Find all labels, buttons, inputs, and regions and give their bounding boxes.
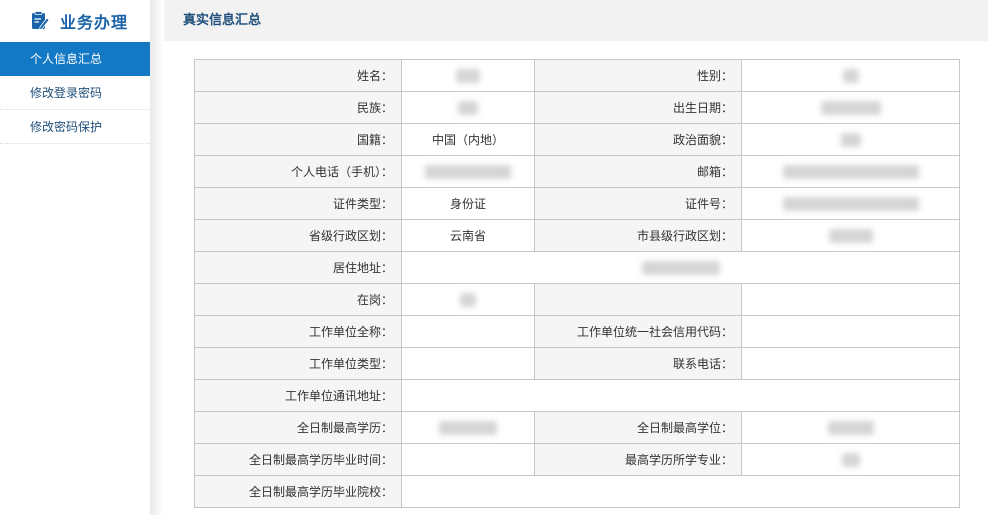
graduation-time-label: 全日制最高学历毕业时间： <box>194 443 402 476</box>
id-type-value: 身份证 <box>401 187 535 220</box>
nationality-value: 中国（内地） <box>401 123 535 156</box>
birthdate-value <box>741 91 960 124</box>
political-status-label: 政治面貌： <box>534 123 742 156</box>
table-row: 居住地址： <box>194 251 960 284</box>
table-row: 全日制最高学历毕业时间： 最高学历所学专业： <box>194 443 960 476</box>
employer-type-label: 工作单位类型： <box>194 347 402 380</box>
ethnicity-value <box>401 91 535 124</box>
table-row: 工作单位类型： 联系电话： <box>194 347 960 380</box>
id-number-value <box>741 187 960 220</box>
employed-value <box>401 283 535 316</box>
table-row: 全日制最高学历毕业院校： <box>194 475 960 508</box>
email-label: 邮箱： <box>534 155 742 188</box>
employer-address-value <box>401 379 960 412</box>
table-row: 姓名： 性别： <box>194 59 960 92</box>
table-row: 工作单位全称： 工作单位统一社会信用代码： <box>194 315 960 348</box>
address-label: 居住地址： <box>194 251 402 284</box>
clipboard-edit-icon <box>30 11 50 31</box>
sidebar-item-password-protection[interactable]: 修改密码保护 <box>0 110 150 144</box>
table-row: 省级行政区划： 云南省 市县级行政区划： <box>194 219 960 252</box>
name-value <box>401 59 535 92</box>
table-row: 全日制最高学历： 全日制最高学位： <box>194 411 960 444</box>
city-label: 市县级行政区划： <box>534 219 742 252</box>
sidebar: 业务办理 个人信息汇总 修改登录密码 修改密码保护 <box>0 0 150 515</box>
email-value <box>741 155 960 188</box>
phone-label: 个人电话（手机）： <box>194 155 402 188</box>
id-type-label: 证件类型： <box>194 187 402 220</box>
phone-value <box>401 155 535 188</box>
credit-code-label: 工作单位统一社会信用代码： <box>534 315 742 348</box>
table-row: 国籍： 中国（内地） 政治面貌： <box>194 123 960 156</box>
name-label: 姓名： <box>194 59 402 92</box>
highest-degree-value <box>741 411 960 444</box>
content-header: 真实信息汇总 <box>164 0 988 41</box>
ethnicity-label: 民族： <box>194 91 402 124</box>
graduation-time-value <box>401 443 535 476</box>
contact-phone-label: 联系电话： <box>534 347 742 380</box>
empty-value <box>741 283 960 316</box>
sidebar-menu: 个人信息汇总 修改登录密码 修改密码保护 <box>0 42 150 144</box>
employer-type-value <box>401 347 535 380</box>
employed-label: 在岗： <box>194 283 402 316</box>
sidebar-item-personal-info[interactable]: 个人信息汇总 <box>0 42 150 76</box>
credit-code-value <box>741 315 960 348</box>
employer-name-value <box>401 315 535 348</box>
highest-education-value <box>401 411 535 444</box>
nationality-label: 国籍： <box>194 123 402 156</box>
employer-address-label: 工作单位通讯地址： <box>194 379 402 412</box>
city-value <box>741 219 960 252</box>
sidebar-title: 业务办理 <box>60 15 129 32</box>
highest-degree-label: 全日制最高学位： <box>534 411 742 444</box>
political-status-value <box>741 123 960 156</box>
school-label: 全日制最高学历毕业院校： <box>194 475 402 508</box>
gender-label: 性别： <box>534 59 742 92</box>
gender-value <box>741 59 960 92</box>
highest-education-label: 全日制最高学历： <box>194 411 402 444</box>
sidebar-header: 业务办理 <box>0 0 150 42</box>
address-value <box>401 251 960 284</box>
contact-phone-value <box>741 347 960 380</box>
sidebar-item-change-password[interactable]: 修改登录密码 <box>0 76 150 110</box>
page-title: 真实信息汇总 <box>183 12 262 27</box>
province-label: 省级行政区划： <box>194 219 402 252</box>
school-value <box>401 475 960 508</box>
table-row: 个人电话（手机）： 邮箱： <box>194 155 960 188</box>
sidebar-divider <box>150 0 164 515</box>
table-row: 在岗： <box>194 283 960 316</box>
id-number-label: 证件号： <box>534 187 742 220</box>
province-value: 云南省 <box>401 219 535 252</box>
table-row: 工作单位通讯地址： <box>194 379 960 412</box>
employer-name-label: 工作单位全称： <box>194 315 402 348</box>
table-row: 民族： 出生日期： <box>194 91 960 124</box>
info-table: 姓名： 性别： 民族： 出生日期： 国籍： 中国（内地） 政治面貌： 个人电话（… <box>194 59 960 508</box>
major-value <box>741 443 960 476</box>
major-label: 最高学历所学专业： <box>534 443 742 476</box>
table-row: 证件类型： 身份证 证件号： <box>194 187 960 220</box>
birthdate-label: 出生日期： <box>534 91 742 124</box>
empty-label <box>534 283 742 316</box>
